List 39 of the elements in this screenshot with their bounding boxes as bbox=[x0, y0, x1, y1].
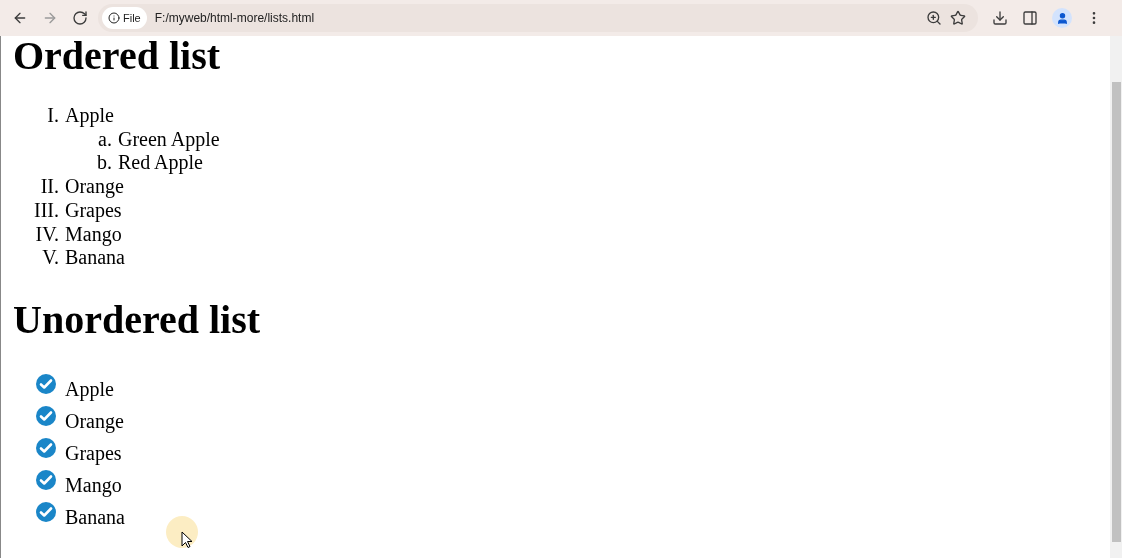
back-icon[interactable] bbox=[12, 10, 28, 26]
site-info-chip[interactable]: File bbox=[102, 7, 147, 29]
list-item-text: Apple bbox=[65, 104, 114, 128]
list-item-text: Green Apple bbox=[118, 127, 220, 152]
list-item-text: Banana bbox=[65, 246, 125, 270]
side-panel-icon[interactable] bbox=[1022, 10, 1038, 26]
list-item-text: Red Apple bbox=[118, 151, 203, 176]
list-item-text: Banana bbox=[65, 506, 125, 527]
zoom-icon[interactable] bbox=[926, 10, 942, 26]
list-marker: III. bbox=[33, 198, 60, 223]
address-bar[interactable]: File F:/myweb/html-more/lists.html bbox=[98, 4, 978, 32]
check-circle-icon bbox=[35, 436, 57, 459]
section-heading: Ordered list bbox=[12, 36, 221, 76]
list-item-text: Mango bbox=[65, 474, 122, 495]
star-icon[interactable] bbox=[950, 10, 966, 26]
list-marker: b. bbox=[96, 151, 113, 176]
download-icon[interactable] bbox=[992, 10, 1008, 26]
check-circle-icon bbox=[35, 372, 57, 395]
check-circle-icon bbox=[35, 404, 57, 427]
cursor-icon bbox=[181, 531, 193, 549]
check-circle-icon bbox=[35, 500, 57, 523]
list-marker: a. bbox=[97, 127, 113, 152]
list-marker: IV. bbox=[34, 222, 60, 247]
url-text: F:/myweb/html-more/lists.html bbox=[154, 10, 316, 27]
list-item-text: Mango bbox=[65, 222, 122, 247]
list-marker: II. bbox=[39, 175, 60, 199]
list-item-text: Orange bbox=[65, 175, 124, 199]
list-marker: V. bbox=[41, 246, 60, 270]
section-heading: Unordered list bbox=[12, 299, 262, 340]
info-icon bbox=[108, 12, 120, 24]
list-item-text: Grapes bbox=[65, 198, 122, 223]
check-circle-icon bbox=[35, 468, 57, 491]
reload-icon[interactable] bbox=[72, 10, 88, 26]
profile-icon[interactable] bbox=[1052, 8, 1072, 28]
list-item-text: Grapes bbox=[65, 442, 122, 463]
list-item-text: Apple bbox=[65, 378, 114, 399]
list-item-text: Orange bbox=[65, 410, 124, 431]
list-marker: I. bbox=[46, 104, 60, 128]
click-highlight bbox=[166, 516, 198, 548]
